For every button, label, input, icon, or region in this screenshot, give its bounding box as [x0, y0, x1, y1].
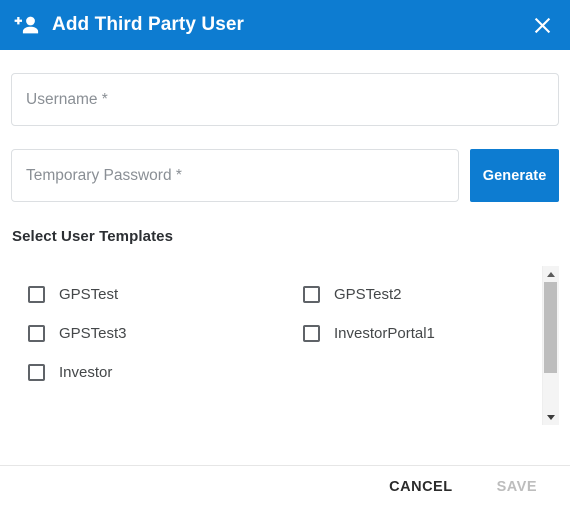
scrollbar-thumb[interactable]	[544, 282, 557, 373]
scroll-up-arrow-icon[interactable]	[543, 266, 559, 282]
checkbox-icon[interactable]	[28, 364, 45, 381]
template-label: Investor	[59, 364, 113, 381]
close-icon[interactable]	[528, 11, 556, 39]
template-label: GPSTest	[59, 286, 119, 303]
password-row: Generate	[11, 149, 559, 202]
template-checkbox-item[interactable]: InvestorPortal1	[285, 314, 542, 353]
template-label: GPSTest3	[59, 325, 127, 342]
dialog-footer: CANCEL SAVE	[0, 465, 570, 507]
user-templates-list: GPSTest GPSTest2 GPSTest3 InvestorPortal…	[11, 266, 542, 425]
person-add-icon	[14, 13, 40, 37]
scrollbar-track[interactable]	[543, 282, 559, 409]
temporary-password-input[interactable]	[11, 149, 460, 202]
dialog-title: Add Third Party User	[52, 14, 245, 35]
add-third-party-user-dialog: Add Third Party User Generate Select Use…	[0, 0, 570, 507]
select-user-templates-heading: Select User Templates	[12, 228, 174, 245]
scroll-down-arrow-icon[interactable]	[543, 409, 559, 425]
checkbox-icon[interactable]	[303, 325, 320, 342]
template-checkbox-item[interactable]: Investor	[28, 353, 285, 392]
generate-password-button[interactable]: Generate	[470, 149, 559, 202]
template-checkbox-item[interactable]: GPSTest	[28, 275, 285, 314]
dialog-header: Add Third Party User	[0, 0, 570, 50]
template-checkbox-item[interactable]: GPSTest2	[285, 275, 542, 314]
template-label: GPSTest2	[334, 286, 402, 303]
checkbox-icon[interactable]	[28, 325, 45, 342]
templates-scrollbar[interactable]	[542, 266, 559, 425]
save-button: SAVE	[483, 471, 551, 503]
template-checkbox-item[interactable]: GPSTest3	[28, 314, 285, 353]
cancel-button[interactable]: CANCEL	[375, 471, 466, 503]
dialog-body: Generate Select User Templates GPSTest G…	[0, 50, 570, 465]
checkbox-icon[interactable]	[303, 286, 320, 303]
username-row	[11, 73, 559, 126]
template-label: InvestorPortal1	[334, 325, 435, 342]
username-input[interactable]	[11, 73, 559, 126]
user-templates-panel: GPSTest GPSTest2 GPSTest3 InvestorPortal…	[11, 266, 559, 425]
checkbox-icon[interactable]	[28, 286, 45, 303]
